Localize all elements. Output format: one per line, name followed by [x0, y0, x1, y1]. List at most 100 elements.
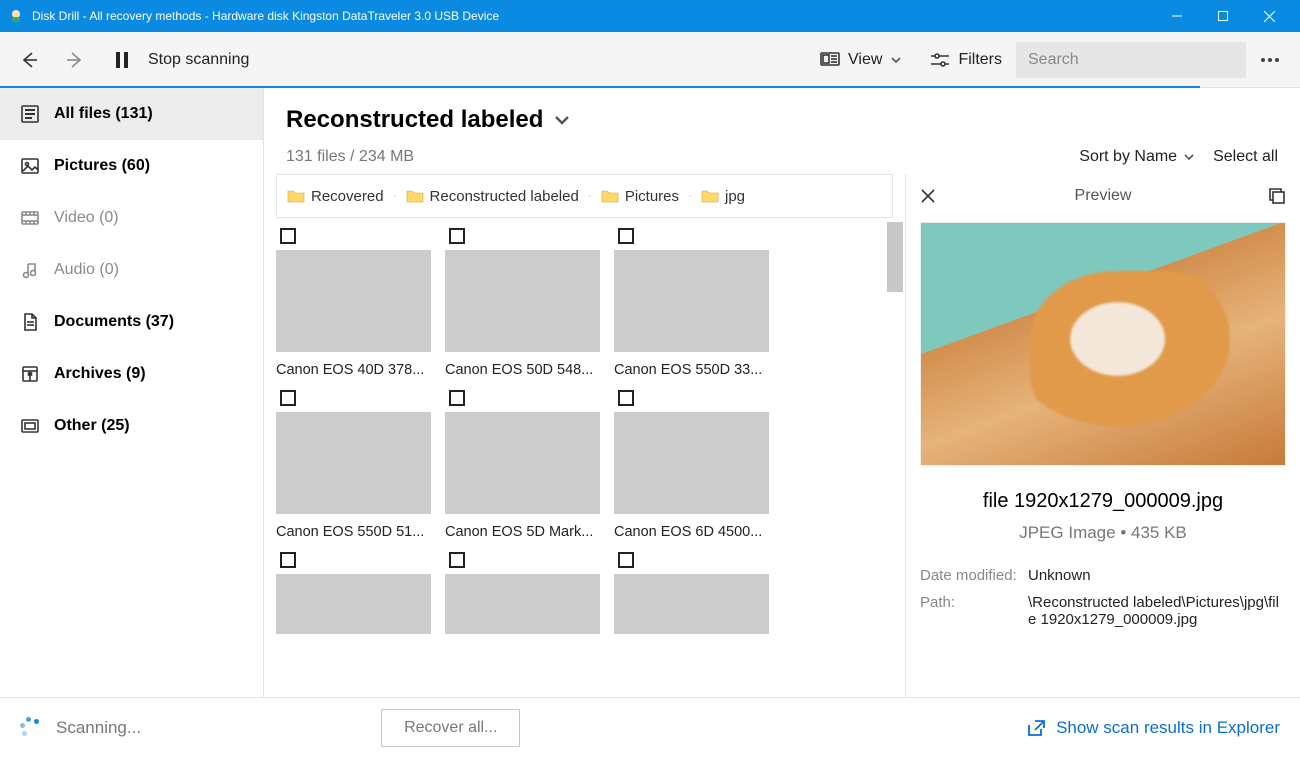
preview-panel: Preview file 1920x1279_000009.jpg JPEG I… [906, 174, 1300, 697]
folder-title-dropdown[interactable]: Reconstructed labeled [286, 106, 1278, 134]
minimize-button[interactable] [1154, 0, 1200, 32]
file-thumbnail [445, 412, 600, 514]
file-thumbnail [445, 250, 600, 352]
preview-filetype: JPEG Image • 435 KB [920, 523, 1286, 543]
folder-icon [601, 189, 619, 203]
view-dropdown[interactable]: View [806, 32, 916, 88]
toolbar: Stop scanning View Filters [0, 32, 1300, 88]
sidebar-item-audio[interactable]: Audio (0) [0, 244, 263, 296]
preview-image [920, 222, 1286, 466]
folder-icon [701, 189, 719, 203]
sidebar-item-label: Audio (0) [54, 261, 119, 279]
meta-date-value: Unknown [1028, 567, 1286, 584]
status-bar: Scanning... Recover all... Show scan res… [0, 697, 1300, 757]
chevron-down-icon [553, 111, 571, 129]
progress-underline [0, 86, 1200, 88]
file-label: Canon EOS 40D 378... [276, 362, 431, 378]
file-tile[interactable] [445, 546, 600, 634]
sort-label: Sort by Name [1079, 148, 1177, 166]
title-bar: Disk Drill - All recovery methods - Hard… [0, 0, 1300, 32]
filters-button[interactable]: Filters [916, 32, 1016, 88]
file-tile[interactable]: Canon EOS 550D 51... [276, 384, 431, 540]
file-tile[interactable]: Canon EOS 50D 548... [445, 222, 600, 378]
chevron-down-icon [1183, 151, 1195, 163]
external-link-icon [1026, 719, 1046, 737]
sidebar-item-archives[interactable]: Archives (9) [0, 348, 263, 400]
status-text: Scanning... [56, 718, 141, 738]
file-checkbox[interactable] [618, 228, 634, 244]
sidebar-item-video[interactable]: Video (0) [0, 192, 263, 244]
sidebar-item-label: Video (0) [54, 209, 119, 227]
file-thumbnail [445, 574, 600, 634]
sidebar-item-label: Pictures (60) [54, 157, 150, 175]
folder-icon [287, 189, 305, 203]
file-checkbox[interactable] [449, 390, 465, 406]
folder-title: Reconstructed labeled [286, 106, 543, 134]
folder-icon [406, 189, 424, 203]
forward-button[interactable] [52, 32, 98, 88]
content-area: Reconstructed labeled 131 files / 234 MB… [264, 88, 1300, 697]
close-button[interactable] [1246, 0, 1292, 32]
file-checkbox[interactable] [449, 552, 465, 568]
stop-scanning-label[interactable]: Stop scanning [148, 51, 249, 69]
spinner-icon [20, 717, 42, 739]
file-checkbox[interactable] [280, 390, 296, 406]
file-tile[interactable] [614, 546, 769, 634]
preview-filename: file 1920x1279_000009.jpg [920, 490, 1286, 513]
select-all-button[interactable]: Select all [1213, 148, 1278, 166]
search-input[interactable] [1016, 42, 1246, 78]
sidebar-item-documents[interactable]: Documents (37) [0, 296, 263, 348]
sidebar-item-other[interactable]: Other (25) [0, 400, 263, 452]
sidebar-item-label: Other (25) [54, 417, 130, 435]
sort-dropdown[interactable]: Sort by Name [1079, 148, 1195, 166]
file-label: Canon EOS 6D 4500... [614, 524, 769, 540]
file-thumbnail [614, 574, 769, 634]
meta-path-value: \Reconstructed labeled\Pictures\jpg\file… [1028, 594, 1286, 628]
show-in-explorer-link[interactable]: Show scan results in Explorer [1026, 718, 1280, 738]
scrollbar-thumb[interactable] [887, 222, 903, 292]
chevron-right-icon [585, 191, 595, 201]
chevron-right-icon [390, 191, 400, 201]
file-grid: Canon EOS 40D 378... Canon EOS 50D 548...… [276, 222, 905, 697]
file-checkbox[interactable] [618, 390, 634, 406]
file-label: Canon EOS 550D 33... [614, 362, 769, 378]
sidebar: All files (131) Pictures (60) Video (0) … [0, 88, 264, 697]
breadcrumb-segment[interactable]: Recovered [311, 188, 384, 205]
file-checkbox[interactable] [280, 228, 296, 244]
breadcrumb-segment[interactable]: jpg [725, 188, 745, 205]
file-thumbnail [614, 412, 769, 514]
chevron-right-icon [685, 191, 695, 201]
breadcrumb-segment[interactable]: Pictures [625, 188, 679, 205]
file-tile[interactable]: Canon EOS 40D 378... [276, 222, 431, 378]
breadcrumb-segment[interactable]: Reconstructed labeled [430, 188, 579, 205]
close-preview-button[interactable] [920, 188, 948, 204]
recover-all-button[interactable]: Recover all... [381, 709, 520, 747]
file-tile[interactable]: Canon EOS 6D 4500... [614, 384, 769, 540]
maximize-button[interactable] [1200, 0, 1246, 32]
file-checkbox[interactable] [618, 552, 634, 568]
window-title: Disk Drill - All recovery methods - Hard… [32, 9, 499, 23]
pause-button[interactable] [104, 32, 140, 88]
file-count-label: 131 files / 234 MB [286, 148, 414, 166]
file-checkbox[interactable] [449, 228, 465, 244]
app-icon [8, 8, 24, 24]
file-tile[interactable]: Canon EOS 5D Mark... [445, 384, 600, 540]
file-tile[interactable]: Canon EOS 550D 33... [614, 222, 769, 378]
sidebar-item-label: Documents (37) [54, 313, 174, 331]
preview-title: Preview [948, 187, 1258, 205]
file-thumbnail [276, 412, 431, 514]
sidebar-item-all-files[interactable]: All files (131) [0, 88, 263, 140]
sidebar-item-pictures[interactable]: Pictures (60) [0, 140, 263, 192]
more-button[interactable] [1246, 32, 1294, 88]
file-thumbnail [276, 250, 431, 352]
back-button[interactable] [6, 32, 52, 88]
breadcrumb[interactable]: Recovered Reconstructed labeled Pictures… [276, 174, 893, 218]
show-in-explorer-label: Show scan results in Explorer [1056, 718, 1280, 738]
sidebar-item-label: Archives (9) [54, 365, 146, 383]
open-external-button[interactable] [1258, 187, 1286, 205]
file-tile[interactable] [276, 546, 431, 634]
filters-label: Filters [958, 51, 1002, 69]
view-label: View [848, 51, 882, 69]
file-checkbox[interactable] [280, 552, 296, 568]
meta-date-label: Date modified: [920, 567, 1028, 584]
